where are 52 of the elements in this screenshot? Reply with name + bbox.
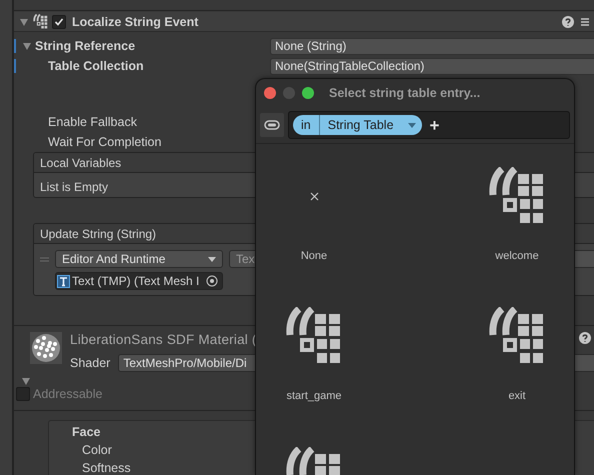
field-label: String Reference [35,39,136,54]
entry-label[interactable]: welcome [495,250,539,262]
object-name: Text (TMP) (Text Mesh I [72,274,200,288]
mode-dropdown[interactable]: Editor And Runtime [55,250,223,268]
caret-icon [208,256,216,262]
target-object-field[interactable]: Text (TMP) (Text Mesh I [55,272,223,290]
section-title: Face [72,425,102,439]
foldout-expanded-icon[interactable] [19,16,29,27]
drag-handle-icon[interactable] [40,256,49,262]
search-field[interactable]: in String Table + [288,111,570,139]
addressable-checkbox[interactable] [16,387,30,401]
object-field[interactable]: None (String) [270,38,594,55]
addressable-label: Addressable [33,387,102,401]
localization-icon [285,307,343,365]
checkmark-icon [54,16,64,27]
zoom-button[interactable] [302,87,314,99]
entry-label[interactable]: start_game [286,390,342,402]
enabled-checkbox[interactable] [52,14,66,29]
material-preview [30,332,62,364]
field-label: Wait For Completion [47,135,162,150]
localization-icon [488,307,546,365]
text-component-icon [57,274,70,288]
caret-icon [408,122,416,128]
help-icon[interactable] [562,16,574,28]
empty-list-text: List is Empty [40,180,108,194]
list-title: Local Variables [40,156,122,170]
field-label: Softness [81,461,132,475]
close-button[interactable] [264,87,276,99]
entry-label[interactable]: exit [508,390,526,402]
cross-icon [310,192,318,200]
toggle-icon [264,120,280,130]
field-label: Enable Fallback [47,115,137,130]
filter-prefix: in [293,115,320,135]
filter-chip[interactable]: in String Table [293,115,422,135]
component-title: Localize String Event [72,14,198,29]
localization-icon [33,14,48,30]
field-label: Color [81,443,113,457]
foldout-expanded-icon[interactable] [21,376,31,386]
foldout-expanded-icon[interactable] [22,41,32,52]
help-icon[interactable] [579,332,591,344]
add-filter-button[interactable]: + [430,116,440,134]
field-label: Shader [70,356,110,370]
filter-value: String Table [328,118,394,132]
field-label: Table Collection [48,59,144,74]
localization-icon [488,167,546,225]
entry-label[interactable]: None [300,250,328,262]
view-mode-button[interactable] [260,113,284,137]
presets-icon[interactable] [580,16,590,28]
window-title: Select string table entry... [329,86,480,100]
event-title: Update String (String) [40,226,156,241]
object-field[interactable]: None(StringTableCollection) [270,58,594,75]
object-picker-icon[interactable] [206,275,218,288]
